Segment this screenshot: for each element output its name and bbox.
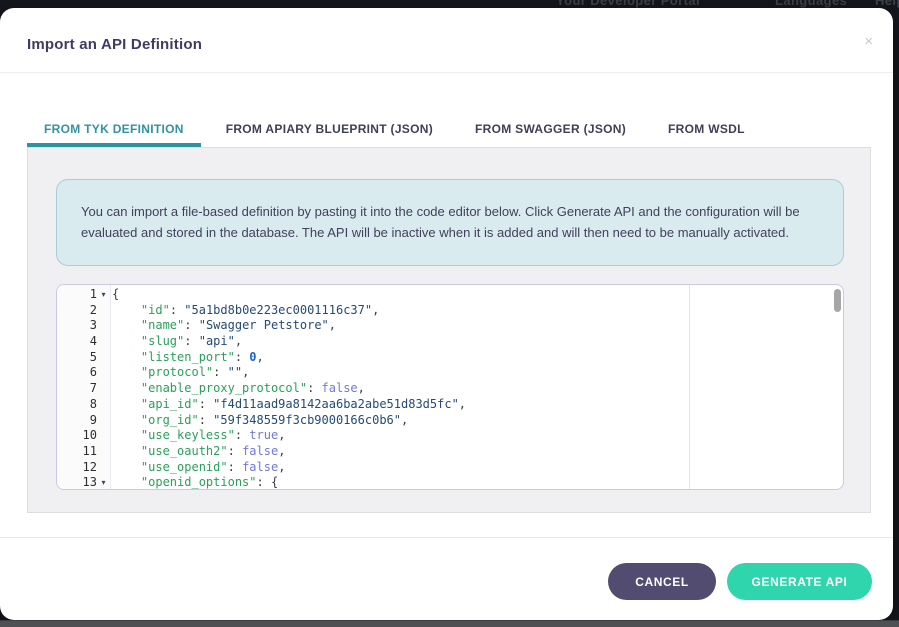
tab-from-swagger[interactable]: FROM SWAGGER (JSON) xyxy=(458,112,643,147)
page-bottom-strip xyxy=(0,620,899,627)
tab-from-tyk-definition[interactable]: FROM TYK DEFINITION xyxy=(27,112,201,147)
line-number: 3 xyxy=(57,318,97,334)
import-api-modal: Import an API Definition × FROM TYK DEFI… xyxy=(0,8,893,620)
code-line: 4 "slug": "api", xyxy=(57,334,843,350)
code-line: 8 "api_id": "f4d11aad9a8142aa6ba2abe51d8… xyxy=(57,397,843,413)
line-number: 1 xyxy=(57,287,97,303)
code-line: 11 "use_oauth2": false, xyxy=(57,444,843,460)
code-editor[interactable]: 1▾{2 "id": "5a1bd8b0e223ec0001116c37",3 … xyxy=(56,284,844,490)
code-line: 1▾{ xyxy=(57,287,843,303)
fold-spacer xyxy=(97,381,110,397)
close-icon[interactable]: × xyxy=(864,34,873,49)
code-line: 2 "id": "5a1bd8b0e223ec0001116c37", xyxy=(57,303,843,319)
fold-spacer xyxy=(97,460,110,476)
fold-spacer xyxy=(97,318,110,334)
line-number: 12 xyxy=(57,460,97,476)
line-number: 13 xyxy=(57,475,97,490)
line-number: 2 xyxy=(57,303,97,319)
line-number: 7 xyxy=(57,381,97,397)
line-number: 11 xyxy=(57,444,97,460)
fold-spacer xyxy=(97,350,110,366)
code-line: 3 "name": "Swagger Petstore", xyxy=(57,318,843,334)
tab-from-wsdl[interactable]: FROM WSDL xyxy=(651,112,762,147)
line-number: 9 xyxy=(57,413,97,429)
tab-from-apiary-blueprint[interactable]: FROM APIARY BLUEPRINT (JSON) xyxy=(209,112,450,147)
fold-spacer xyxy=(97,397,110,413)
fold-spacer xyxy=(97,334,110,350)
background-navbar: Your Developer Portal Languages Help xyxy=(0,0,899,8)
generate-api-button[interactable]: GENERATE API xyxy=(727,563,872,600)
fold-spacer xyxy=(97,303,110,319)
fold-spacer xyxy=(97,365,110,381)
editor-inner-divider xyxy=(689,285,690,489)
nav-item-help: Help xyxy=(875,0,899,8)
nav-item-languages: Languages xyxy=(775,0,847,8)
fold-arrow-icon[interactable]: ▾ xyxy=(97,287,110,303)
footer-divider xyxy=(0,537,893,538)
fold-arrow-icon[interactable]: ▾ xyxy=(97,475,110,490)
modal-title: Import an API Definition xyxy=(27,36,202,53)
code-line: 9 "org_id": "59f348559f3cb9000166c0b6", xyxy=(57,413,843,429)
line-number: 4 xyxy=(57,334,97,350)
modal-footer: CANCEL GENERATE API xyxy=(0,563,872,600)
cancel-button[interactable]: CANCEL xyxy=(608,563,716,600)
code-line: 6 "protocol": "", xyxy=(57,365,843,381)
fold-spacer xyxy=(97,444,110,460)
fold-spacer xyxy=(97,413,110,429)
code-line: 5 "listen_port": 0, xyxy=(57,350,843,366)
tab-bar: FROM TYK DEFINITION FROM APIARY BLUEPRIN… xyxy=(27,112,871,147)
code-line: 12 "use_openid": false, xyxy=(57,460,843,476)
line-number: 6 xyxy=(57,365,97,381)
code-line: 7 "enable_proxy_protocol": false, xyxy=(57,381,843,397)
code-lines: 1▾{2 "id": "5a1bd8b0e223ec0001116c37",3 … xyxy=(57,287,843,490)
line-number: 5 xyxy=(57,350,97,366)
line-number: 8 xyxy=(57,397,97,413)
code-line: 13▾ "openid_options": { xyxy=(57,475,843,490)
fold-spacer xyxy=(97,428,110,444)
nav-item-developer-portal: Your Developer Portal xyxy=(556,0,700,8)
code-line: 10 "use_keyless": true, xyxy=(57,428,843,444)
editor-scrollbar-thumb[interactable] xyxy=(834,289,841,312)
modal-header: Import an API Definition × xyxy=(0,8,893,73)
tab-content-panel: You can import a file-based definition b… xyxy=(27,147,871,513)
info-banner: You can import a file-based definition b… xyxy=(56,179,844,266)
line-number: 10 xyxy=(57,428,97,444)
